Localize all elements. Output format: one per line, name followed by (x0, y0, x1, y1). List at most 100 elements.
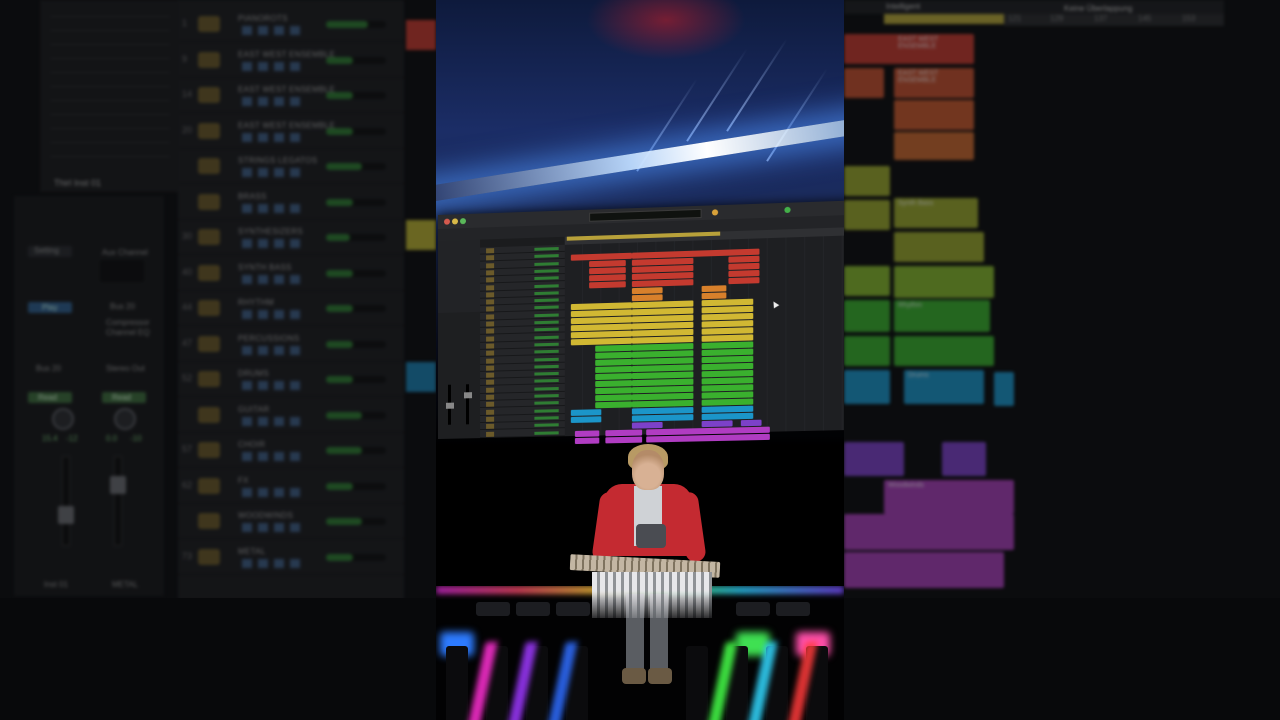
volume-fader[interactable] (114, 456, 122, 546)
track-volume-slider[interactable] (326, 163, 386, 170)
pad[interactable] (476, 602, 510, 616)
track-row[interactable]: BRASS (178, 186, 404, 220)
arrange-region[interactable]: Synth Bass (894, 198, 978, 228)
daw-region[interactable] (589, 259, 626, 268)
pan-knob[interactable] (114, 408, 136, 430)
daw-region[interactable] (595, 365, 632, 373)
track-volume-slider[interactable] (326, 376, 386, 383)
daw-region[interactable] (574, 430, 600, 438)
volume-fader[interactable] (62, 456, 70, 546)
track-volume-slider[interactable] (326, 305, 386, 312)
record-icon[interactable] (711, 209, 719, 216)
daw-region[interactable] (589, 281, 626, 289)
pad[interactable] (736, 602, 770, 616)
daw-region[interactable] (570, 409, 602, 416)
arrange-region[interactable] (844, 552, 1004, 588)
track-volume-slider[interactable] (326, 56, 386, 64)
arrange-region[interactable] (844, 68, 884, 98)
track-row[interactable]: 30 SYNTHESIZERS (178, 221, 404, 255)
track-row[interactable]: 9 EAST WEST ENSEMBLE (178, 44, 404, 78)
arrange-region[interactable] (844, 300, 890, 332)
daw-region[interactable] (728, 262, 760, 270)
bar-ruler[interactable]: 121 129 137 145 153 (1004, 14, 1224, 26)
arrange-region[interactable] (844, 200, 890, 230)
daw-region[interactable] (631, 294, 663, 302)
daw-region[interactable] (595, 401, 632, 409)
arrange-region[interactable] (844, 166, 890, 196)
pad[interactable] (556, 602, 590, 616)
mute-solo-buttons[interactable] (242, 345, 302, 355)
daw-region[interactable] (595, 387, 632, 395)
close-icon[interactable] (443, 218, 450, 225)
fader-cap[interactable] (58, 506, 74, 524)
daw-region[interactable] (701, 398, 754, 406)
cycle-area[interactable] (884, 14, 1004, 24)
region-red[interactable] (406, 20, 436, 50)
mute-solo-buttons[interactable] (242, 61, 302, 71)
region-yellow[interactable] (406, 220, 436, 250)
arrange-region[interactable] (894, 132, 974, 160)
key[interactable] (446, 646, 468, 720)
arrange-region[interactable]: EAST WEST ENSEMBLE (894, 68, 974, 98)
track-volume-slider[interactable] (326, 198, 386, 206)
arrange-region[interactable]: Drums (904, 370, 984, 404)
mute-solo-buttons[interactable] (242, 310, 302, 319)
mute-solo-buttons[interactable] (242, 523, 302, 532)
region-blue[interactable] (406, 362, 436, 392)
daw-region[interactable] (728, 277, 760, 285)
arrange-region[interactable]: EAST WEST ENSEMBLE (894, 34, 974, 64)
track-row[interactable]: 1 PIANOROTS (178, 8, 404, 42)
daw-region[interactable] (595, 380, 632, 388)
zoom-icon[interactable] (459, 218, 467, 225)
track-row[interactable]: STRINGS LEGATOS (178, 150, 404, 184)
daw-region[interactable] (701, 285, 727, 293)
track-volume-slider[interactable] (326, 447, 386, 454)
track-volume-slider[interactable] (326, 92, 386, 99)
pad[interactable] (516, 602, 550, 616)
arrange-region[interactable] (844, 336, 890, 366)
mute-solo-buttons[interactable] (242, 239, 302, 248)
mute-solo-buttons[interactable] (242, 168, 302, 177)
mute-solo-buttons[interactable] (242, 452, 302, 461)
minimize-icon[interactable] (451, 218, 458, 225)
daw-track-row[interactable] (480, 428, 565, 438)
track-row[interactable]: 73 METAL (178, 541, 404, 575)
daw-region[interactable] (728, 269, 760, 278)
daw-region[interactable] (701, 420, 733, 428)
track-volume-slider[interactable] (326, 234, 386, 241)
daw-region[interactable] (631, 287, 663, 295)
track-row[interactable]: 44 RHYTHM (178, 292, 404, 326)
arrange-region[interactable] (894, 266, 994, 298)
daw-region[interactable] (646, 433, 770, 443)
track-volume-slider[interactable] (326, 518, 386, 525)
daw-region[interactable] (589, 274, 626, 282)
daw-region[interactable] (631, 279, 694, 288)
daw-region[interactable] (701, 412, 754, 421)
mute-solo-buttons[interactable] (242, 416, 302, 426)
track-row[interactable]: 52 DRUMS (178, 363, 404, 397)
mute-solo-buttons[interactable] (242, 132, 302, 142)
track-volume-slider[interactable] (326, 411, 386, 419)
daw-region[interactable] (595, 344, 632, 352)
track-row[interactable]: 57 CHOIR (178, 434, 404, 468)
arrange-region[interactable] (894, 100, 974, 130)
daw-region[interactable] (701, 377, 754, 385)
daw-region[interactable] (728, 255, 760, 263)
daw-region[interactable] (701, 369, 754, 378)
daw-region[interactable] (740, 419, 762, 427)
daw-region[interactable] (595, 358, 632, 366)
daw-region[interactable] (605, 429, 643, 437)
track-volume-slider[interactable] (326, 21, 386, 28)
track-row[interactable]: GUITAR (178, 399, 404, 433)
track-row[interactable]: 62 FX (178, 470, 404, 504)
daw-region[interactable] (605, 436, 643, 444)
arrange-region[interactable] (844, 370, 890, 404)
arrange-region[interactable] (844, 266, 890, 296)
mute-solo-buttons[interactable] (242, 203, 302, 213)
drag-label[interactable]: Keine Überlappung (1064, 4, 1133, 13)
pad[interactable] (776, 602, 810, 616)
track-volume-slider[interactable] (326, 269, 386, 277)
daw-region[interactable] (595, 351, 632, 359)
pan-knob[interactable] (52, 408, 74, 430)
mute-solo-buttons[interactable] (242, 558, 302, 568)
